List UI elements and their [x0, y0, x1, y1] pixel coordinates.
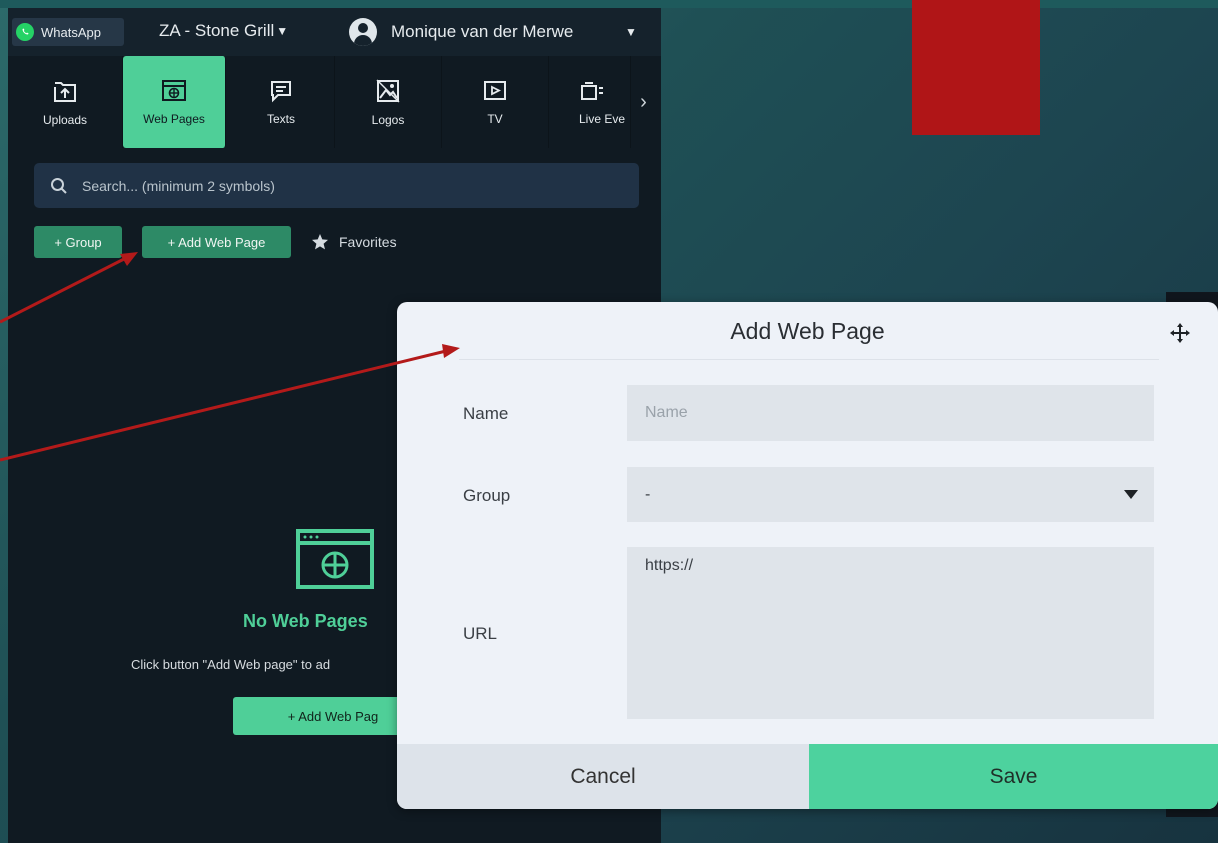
move-icon[interactable] [1169, 322, 1191, 344]
tab-logos[interactable]: Logos [335, 56, 442, 148]
add-web-page-button[interactable]: + Add Web Page [142, 226, 291, 258]
group-label: Group [463, 486, 511, 505]
tab-label: Live Eve [579, 111, 626, 126]
save-button[interactable]: Save [809, 744, 1218, 809]
tab-web-pages[interactable]: Web Pages [123, 56, 226, 148]
location-selector[interactable]: ZA - Stone Grill ▼ [159, 21, 288, 41]
tab-label: Texts [266, 111, 295, 126]
tab-live-events[interactable]: Live Eve [549, 56, 631, 148]
content-type-tabs: Uploads Web Pages Texts Logos TV Live Ev… [8, 56, 661, 148]
tab-label: TV [487, 111, 503, 126]
add-group-button[interactable]: + Group [34, 226, 122, 258]
favorites-label: Favorites [339, 234, 397, 250]
web-page-empty-icon [296, 529, 374, 589]
add-web-page-dialog: Add Web Page Name Group - URL https:// C… [397, 302, 1218, 809]
empty-state-title: No Web Pages [243, 611, 368, 631]
favorites-filter[interactable]: Favorites [311, 233, 397, 251]
top-bar: WhatsApp ZA - Stone Grill ▼ Monique van … [8, 8, 661, 56]
user-name: Monique van der Merwe [391, 22, 574, 41]
whatsapp-icon [16, 23, 34, 41]
tab-label: Uploads [42, 112, 88, 127]
user-menu[interactable]: Monique van der Merwe [349, 18, 573, 46]
name-label: Name [463, 404, 509, 423]
upload-icon [54, 81, 76, 102]
tab-texts[interactable]: Texts [228, 56, 335, 148]
user-caret-down-icon[interactable]: ▼ [625, 25, 637, 39]
search-input[interactable]: Search... (minimum 2 symbols) [34, 163, 639, 208]
text-icon [271, 80, 291, 102]
tv-icon [484, 80, 506, 100]
location-label: ZA - Stone Grill [159, 21, 275, 40]
caret-down-icon [1124, 490, 1138, 499]
tab-tv[interactable]: TV [442, 56, 549, 148]
header-divider [459, 359, 1159, 360]
star-icon [312, 234, 328, 250]
dialog-footer: Cancel Save [397, 744, 1218, 809]
url-field[interactable]: https:// [627, 547, 1154, 719]
whatsapp-button[interactable]: WhatsApp [12, 18, 124, 46]
live-event-icon [581, 81, 603, 100]
dialog-header: Add Web Page [397, 302, 1218, 362]
url-label: URL [463, 624, 498, 643]
search-icon [51, 177, 67, 194]
user-avatar-icon [349, 18, 377, 46]
name-field[interactable] [627, 385, 1154, 441]
action-row: + Group + Add Web Page Favorites [34, 226, 397, 258]
chevron-right-icon[interactable]: › [631, 56, 656, 148]
group-select[interactable]: - [627, 467, 1154, 522]
dialog-title: Add Web Page [730, 318, 885, 344]
tab-label: Logos [371, 112, 405, 127]
search-placeholder: Search... (minimum 2 symbols) [82, 177, 275, 194]
tab-label: Web Pages [143, 111, 205, 126]
group-value: - [645, 485, 651, 503]
red-decoration [912, 0, 1040, 135]
whatsapp-label: WhatsApp [41, 24, 101, 40]
cancel-button[interactable]: Cancel [397, 744, 809, 809]
empty-state-text: Click button "Add Web page" to ad [131, 657, 331, 672]
web-page-icon [162, 79, 186, 101]
caret-down-icon: ▼ [276, 24, 289, 38]
image-icon [376, 78, 400, 103]
tab-uploads[interactable]: Uploads [8, 56, 123, 148]
